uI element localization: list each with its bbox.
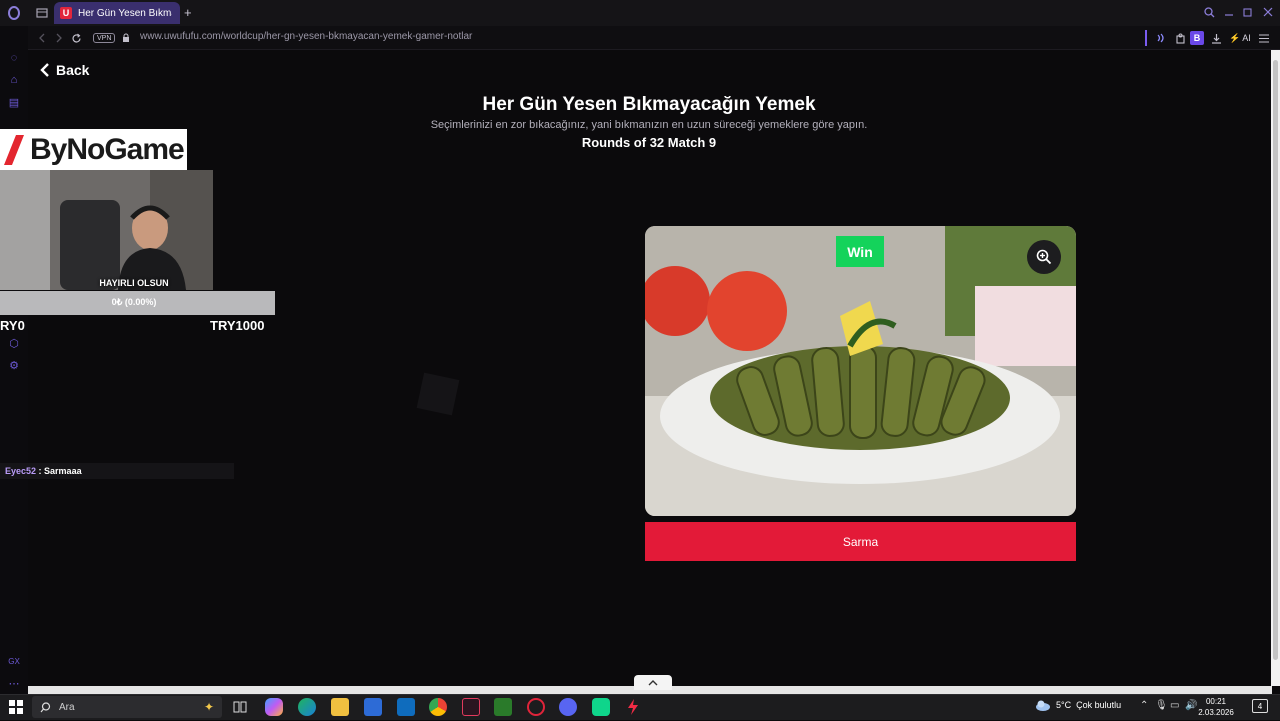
lock-icon[interactable] [121, 32, 131, 44]
url-field[interactable]: www.uwufufu.com/worldcup/her-gn-yesen-bk… [140, 31, 472, 42]
task-view-icon[interactable] [231, 698, 249, 716]
page-title: Her Gün Yesen Bıkmayacağın Yemek [482, 94, 816, 115]
zoom-button[interactable] [1027, 240, 1061, 274]
minimize-icon[interactable] [1222, 5, 1236, 19]
chrome-app-icon[interactable] [429, 698, 447, 716]
sponsor-logo: ByNoGame [0, 129, 187, 170]
taskbar-search[interactable]: Ara ✦ [32, 696, 222, 718]
candidate-name-button[interactable]: Sarma [645, 522, 1076, 561]
back-button[interactable]: Back [40, 62, 89, 78]
chevron-up-icon [648, 679, 658, 685]
copilot-sparkle-icon: ✦ [203, 700, 214, 714]
forward-nav-icon[interactable] [54, 32, 64, 44]
weather-text: Çok bulutlu [1076, 700, 1122, 710]
discord-app-icon[interactable] [559, 698, 577, 716]
whatsapp-app-icon[interactable] [592, 698, 610, 716]
chevron-left-icon [40, 63, 49, 77]
notification-count: 4 [1257, 701, 1263, 711]
goal-start-value: RY0 [0, 318, 25, 333]
opera-menu-icon[interactable] [6, 5, 22, 21]
chat-username: Eyec52 [5, 466, 37, 476]
sidebar-settings-icon[interactable]: ⚙ [7, 358, 21, 372]
restore-icon[interactable] [1241, 5, 1255, 19]
food-photo [645, 226, 1076, 516]
win-badge: Win [836, 236, 884, 267]
microphone-icon[interactable]: 🎙 [1155, 700, 1168, 711]
logo-text: ByNoGame [30, 132, 185, 166]
tab-overview-icon[interactable] [34, 5, 50, 21]
chat-text: : Sarmaaa [38, 466, 82, 476]
webcam-feed [0, 170, 213, 290]
notification-center-button[interactable]: 4 [1252, 699, 1268, 713]
search-icon [40, 701, 51, 712]
file-explorer-icon[interactable] [331, 698, 349, 716]
round-indicator: Rounds of 32 Match 9 [581, 135, 717, 150]
logo-mark-icon [4, 134, 24, 165]
copilot-app-icon[interactable] [265, 698, 283, 716]
sidebar-shop-icon[interactable]: ⌂ [7, 73, 21, 87]
vertical-scroll-thumb[interactable] [1273, 60, 1278, 660]
minecraft-app-icon[interactable] [494, 698, 512, 716]
back-label: Back [56, 62, 90, 78]
weather-temp: 5°C [1056, 700, 1072, 710]
sidebar-gx-icon[interactable]: GX [7, 654, 21, 668]
tab-title: Her Gün Yesen Bıkmayacağın [78, 7, 172, 19]
tab-active[interactable]: U Her Gün Yesen Bıkmayacağın [54, 2, 180, 24]
page-subtitle: Seçimlerinizi en zor bıkacağınız, yani b… [430, 119, 868, 131]
opera-gx-app-icon[interactable] [527, 698, 545, 716]
sidebar-aria-icon[interactable]: ◌ [7, 51, 21, 65]
divider [1145, 30, 1147, 46]
sidebar-more-icon[interactable]: ⋯ [7, 676, 21, 690]
scroll-to-top-button[interactable] [634, 675, 672, 690]
weather-widget[interactable]: 5°C Çok bulutlu [1035, 699, 1121, 711]
app-bolt-icon[interactable] [624, 698, 642, 716]
clock-time: 00:21 [1205, 697, 1227, 706]
tray-overflow-icon[interactable]: ⌃ [1140, 700, 1148, 711]
donation-goal-label: HAYIRLI OLSUN [99, 278, 169, 288]
easy-setup-menu-icon[interactable] [1257, 32, 1271, 44]
ai-label: AI [1242, 33, 1251, 43]
aria-ai-button[interactable]: ⚡ AI [1229, 33, 1251, 44]
vpn-badge[interactable]: VPN [93, 33, 116, 43]
zoom-in-icon [1036, 249, 1052, 265]
candidate-image[interactable] [645, 226, 1076, 516]
reload-icon[interactable] [70, 32, 82, 44]
chat-message: Eyec52 : Sarmaaa [0, 463, 234, 479]
clock[interactable]: 00:21 2.03.2026 [1196, 696, 1236, 718]
back-nav-icon[interactable] [36, 32, 46, 44]
profile-avatar[interactable]: B [1190, 31, 1204, 45]
site-favicon: U [60, 7, 72, 19]
sidebar-extensions-icon[interactable]: ⬡ [7, 336, 21, 350]
search-placeholder: Ara [59, 701, 75, 713]
edge-app-icon[interactable] [298, 698, 316, 716]
streamer-image [0, 170, 213, 290]
goal-target-value: TRY1000 [210, 318, 265, 333]
network-icon[interactable]: ▭ [1170, 700, 1179, 711]
aria-sparkle-icon: ⚡ [1229, 33, 1241, 43]
valorant-app-icon[interactable] [462, 698, 480, 716]
flow-icon[interactable] [1154, 32, 1168, 44]
loading-placeholder [416, 372, 460, 416]
outlook-app-icon[interactable] [397, 698, 415, 716]
extensions-icon[interactable] [1173, 32, 1187, 44]
store-app-icon[interactable] [364, 698, 382, 716]
search-tabs-icon[interactable] [1202, 5, 1216, 19]
windows-start-icon[interactable] [9, 700, 23, 714]
cloud-icon [1036, 700, 1050, 711]
close-icon[interactable] [1261, 5, 1275, 19]
download-icon[interactable] [1209, 32, 1223, 44]
clock-date: 2.03.2026 [1198, 708, 1234, 717]
new-tab-button[interactable]: + [184, 5, 196, 20]
donation-progress-text: 0₺ (0.00%) [111, 297, 157, 307]
